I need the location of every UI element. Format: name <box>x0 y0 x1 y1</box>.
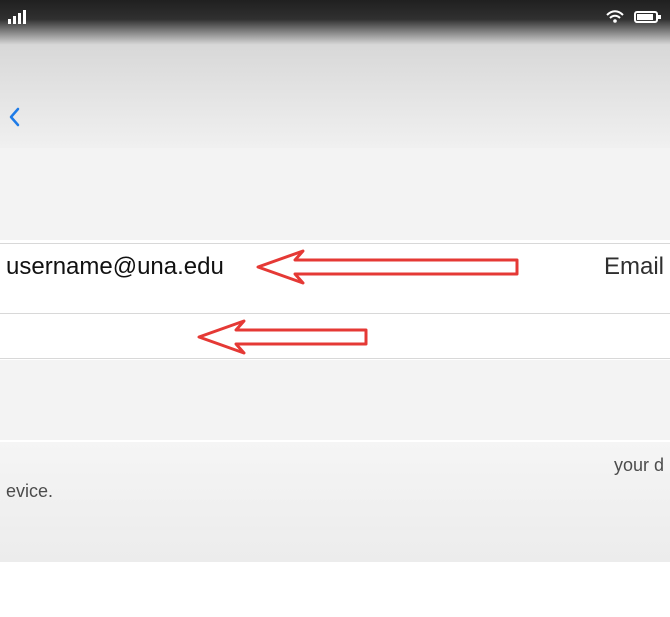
email-value[interactable]: username@una.edu <box>6 253 224 281</box>
section-gap <box>0 360 670 440</box>
navigation-bar <box>0 86 670 148</box>
chevron-left-icon <box>8 107 20 127</box>
warning-text-block: your d evice. <box>0 442 670 562</box>
screen: username@una.edu Email your d evice. <box>0 0 670 617</box>
battery-icon <box>634 10 662 24</box>
email-label: Email <box>603 252 664 280</box>
header-spacer <box>0 148 670 240</box>
signal-icon <box>8 10 30 24</box>
warning-tail: your d <box>613 455 664 475</box>
status-bar <box>0 0 670 34</box>
status-right <box>596 10 662 24</box>
email-row[interactable]: username@una.edu Email <box>0 243 670 289</box>
status-left <box>8 10 40 24</box>
back-button[interactable] <box>8 107 28 127</box>
description-row[interactable] <box>0 313 670 359</box>
wifi-icon <box>606 10 624 24</box>
warning-tail2: evice. <box>6 481 54 502</box>
